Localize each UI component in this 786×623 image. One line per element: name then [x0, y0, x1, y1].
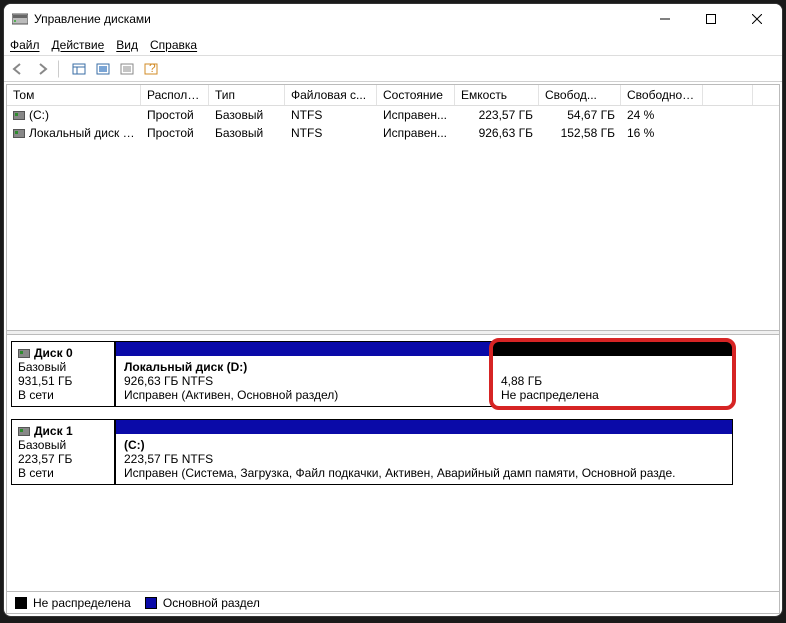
col-extra[interactable]	[703, 85, 753, 105]
minimize-button[interactable]	[642, 4, 688, 34]
close-button[interactable]	[734, 4, 780, 34]
app-icon	[12, 12, 28, 26]
back-button[interactable]	[8, 58, 30, 80]
legend: Не распределена Основной раздел	[7, 591, 779, 613]
menubar: Файл Действие Вид Справка	[4, 34, 782, 56]
menu-view[interactable]: Вид	[116, 38, 138, 52]
toolbar-separator	[58, 60, 64, 78]
table-row[interactable]: Локальный диск (...ПростойБазовыйNTFSИсп…	[7, 124, 779, 142]
volume-icon	[13, 129, 25, 138]
legend-swatch-unallocated	[15, 597, 27, 609]
svg-text:?: ?	[149, 63, 156, 75]
list-header[interactable]: Том Располо... Тип Файловая с... Состоян…	[7, 85, 779, 106]
partition-primary[interactable]: Локальный диск (D:)926,63 ГБ NTFSИсправе…	[115, 341, 493, 407]
partition-unallocated[interactable]: 4,88 ГБНе распределена	[493, 341, 733, 407]
legend-label-unallocated: Не распределена	[33, 596, 131, 610]
disk-row: Диск 1Базовый223,57 ГБВ сети (C:)223,57 …	[11, 419, 775, 485]
disk-graphical-view: Диск 0Базовый931,51 ГБВ сетиЛокальный ди…	[7, 335, 779, 591]
disk-info[interactable]: Диск 1Базовый223,57 ГБВ сети	[11, 419, 115, 485]
partition-stripe	[493, 342, 732, 356]
menu-action[interactable]: Действие	[52, 38, 105, 52]
legend-label-primary: Основной раздел	[163, 596, 260, 610]
forward-button[interactable]	[32, 58, 54, 80]
disk-info[interactable]: Диск 0Базовый931,51 ГБВ сети	[11, 341, 115, 407]
show-graphical-button[interactable]	[116, 58, 138, 80]
disk-icon	[18, 427, 30, 436]
window: Управление дисками Файл Действие Вид Спр…	[3, 3, 783, 617]
volume-list[interactable]: Том Располо... Тип Файловая с... Состоян…	[7, 85, 779, 330]
partition-primary[interactable]: (C:)223,57 ГБ NTFSИсправен (Система, Заг…	[115, 419, 733, 485]
window-title: Управление дисками	[34, 12, 642, 26]
disk-icon	[18, 349, 30, 358]
partition-stripe	[116, 342, 492, 356]
col-free[interactable]: Свобод...	[539, 85, 621, 105]
toolbar: ?	[4, 56, 782, 82]
titlebar[interactable]: Управление дисками	[4, 4, 782, 34]
menu-help[interactable]: Справка	[150, 38, 197, 52]
col-type[interactable]: Тип	[209, 85, 285, 105]
legend-swatch-primary	[145, 597, 157, 609]
refresh-button[interactable]	[92, 58, 114, 80]
help-button[interactable]: ?	[140, 58, 162, 80]
col-status[interactable]: Состояние	[377, 85, 455, 105]
col-volume[interactable]: Том	[7, 85, 141, 105]
disk-row: Диск 0Базовый931,51 ГБВ сетиЛокальный ди…	[11, 341, 775, 407]
content: Том Располо... Тип Файловая с... Состоян…	[6, 84, 780, 614]
volume-icon	[13, 111, 25, 120]
col-capacity[interactable]: Емкость	[455, 85, 539, 105]
table-row[interactable]: (C:)ПростойБазовыйNTFSИсправен...223,57 …	[7, 106, 779, 124]
menu-file[interactable]: Файл	[10, 38, 40, 52]
maximize-button[interactable]	[688, 4, 734, 34]
show-list-button[interactable]	[68, 58, 90, 80]
col-layout[interactable]: Располо...	[141, 85, 209, 105]
col-freepct[interactable]: Свободно %	[621, 85, 703, 105]
col-filesystem[interactable]: Файловая с...	[285, 85, 377, 105]
partition-stripe	[116, 420, 732, 434]
